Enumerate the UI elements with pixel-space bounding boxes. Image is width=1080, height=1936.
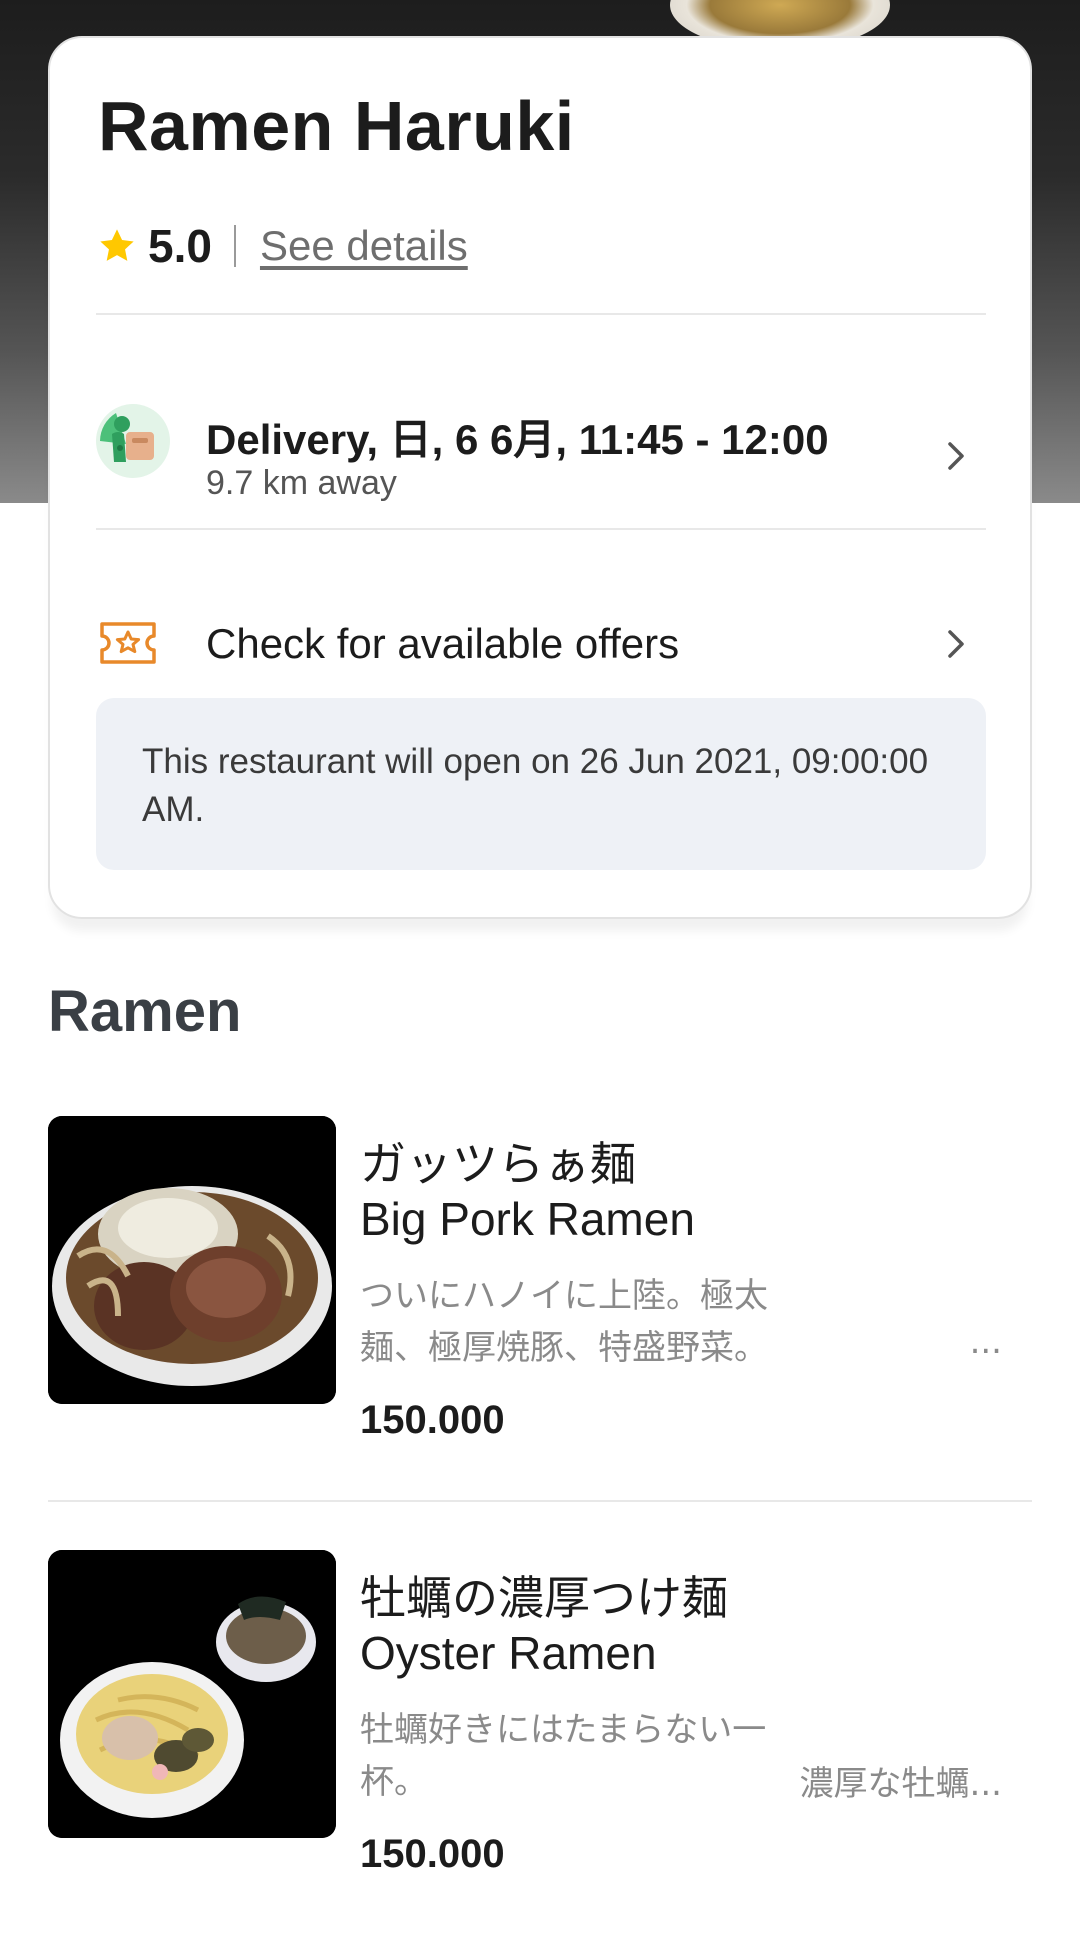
divider [48, 1500, 1032, 1502]
menu-item-description: 牡蠣好きにはたまらない一杯。 [360, 1710, 767, 1802]
divider [96, 313, 986, 315]
courier-avatar-icon [96, 404, 170, 478]
menu-item-image [48, 1550, 336, 1838]
menu-item-description-more: 濃厚な牡蠣... [799, 1764, 1002, 1804]
divider [96, 528, 986, 530]
menu-item-name-jp: 牡蠣の濃厚つけ麺 [360, 1571, 728, 1625]
menu-item[interactable]: 牡蠣の濃厚つけ麺 Oyster Ramen 牡蠣好きにはたまらない一杯。 濃厚な… [48, 1550, 1032, 1880]
menu-item-image [48, 1116, 336, 1404]
chevron-right-icon [948, 630, 964, 658]
offers-label: Check for available offers [206, 620, 680, 667]
pork-ramen-photo [48, 1116, 336, 1404]
rating-divider [233, 225, 236, 267]
chevron-right-icon [948, 442, 964, 470]
restaurant-info-card: Ramen Haruki 5.0 See details Delivery, 日… [48, 36, 1032, 919]
star-icon [100, 229, 134, 261]
menu-item-price: 150.000 [360, 1398, 505, 1442]
menu-item-price: 150.000 [360, 1832, 505, 1876]
opening-notice: This restaurant will open on 26 Jun 2021… [96, 698, 986, 870]
menu-item[interactable]: ガッツらぁ麺 Big Pork Ramen ついにハノイに上陸。極太麺、極厚焼豚… [48, 1116, 1032, 1446]
rating-row: 5.0 See details [96, 216, 468, 276]
delivery-time: Delivery, 日, 6 6月, 11:45 - 12:00 [206, 416, 829, 463]
section-title: Ramen [48, 979, 242, 1044]
offers-row[interactable]: Check for available offers [96, 578, 986, 688]
ticket-star-icon [100, 622, 156, 664]
menu-item-name-en: Oyster Ramen [360, 1627, 657, 1679]
delivery-schedule-row[interactable]: Delivery, 日, 6 6月, 11:45 - 12:00 9.7 km … [96, 368, 986, 518]
restaurant-name: Ramen Haruki [98, 87, 575, 165]
rating-value: 5.0 [148, 220, 212, 272]
menu-item-description: ついにハノイに上陸。極太麺、極厚焼豚、特盛野菜。 [360, 1276, 768, 1368]
delivery-distance: 9.7 km away [206, 464, 397, 502]
see-details-link[interactable]: See details [260, 222, 468, 270]
menu-item-name-en: Big Pork Ramen [360, 1193, 695, 1245]
menu-item-name-jp: ガッツらぁ麺 [360, 1137, 636, 1191]
menu-item-description-more: ... [969, 1322, 1002, 1362]
oyster-ramen-photo [48, 1550, 336, 1838]
